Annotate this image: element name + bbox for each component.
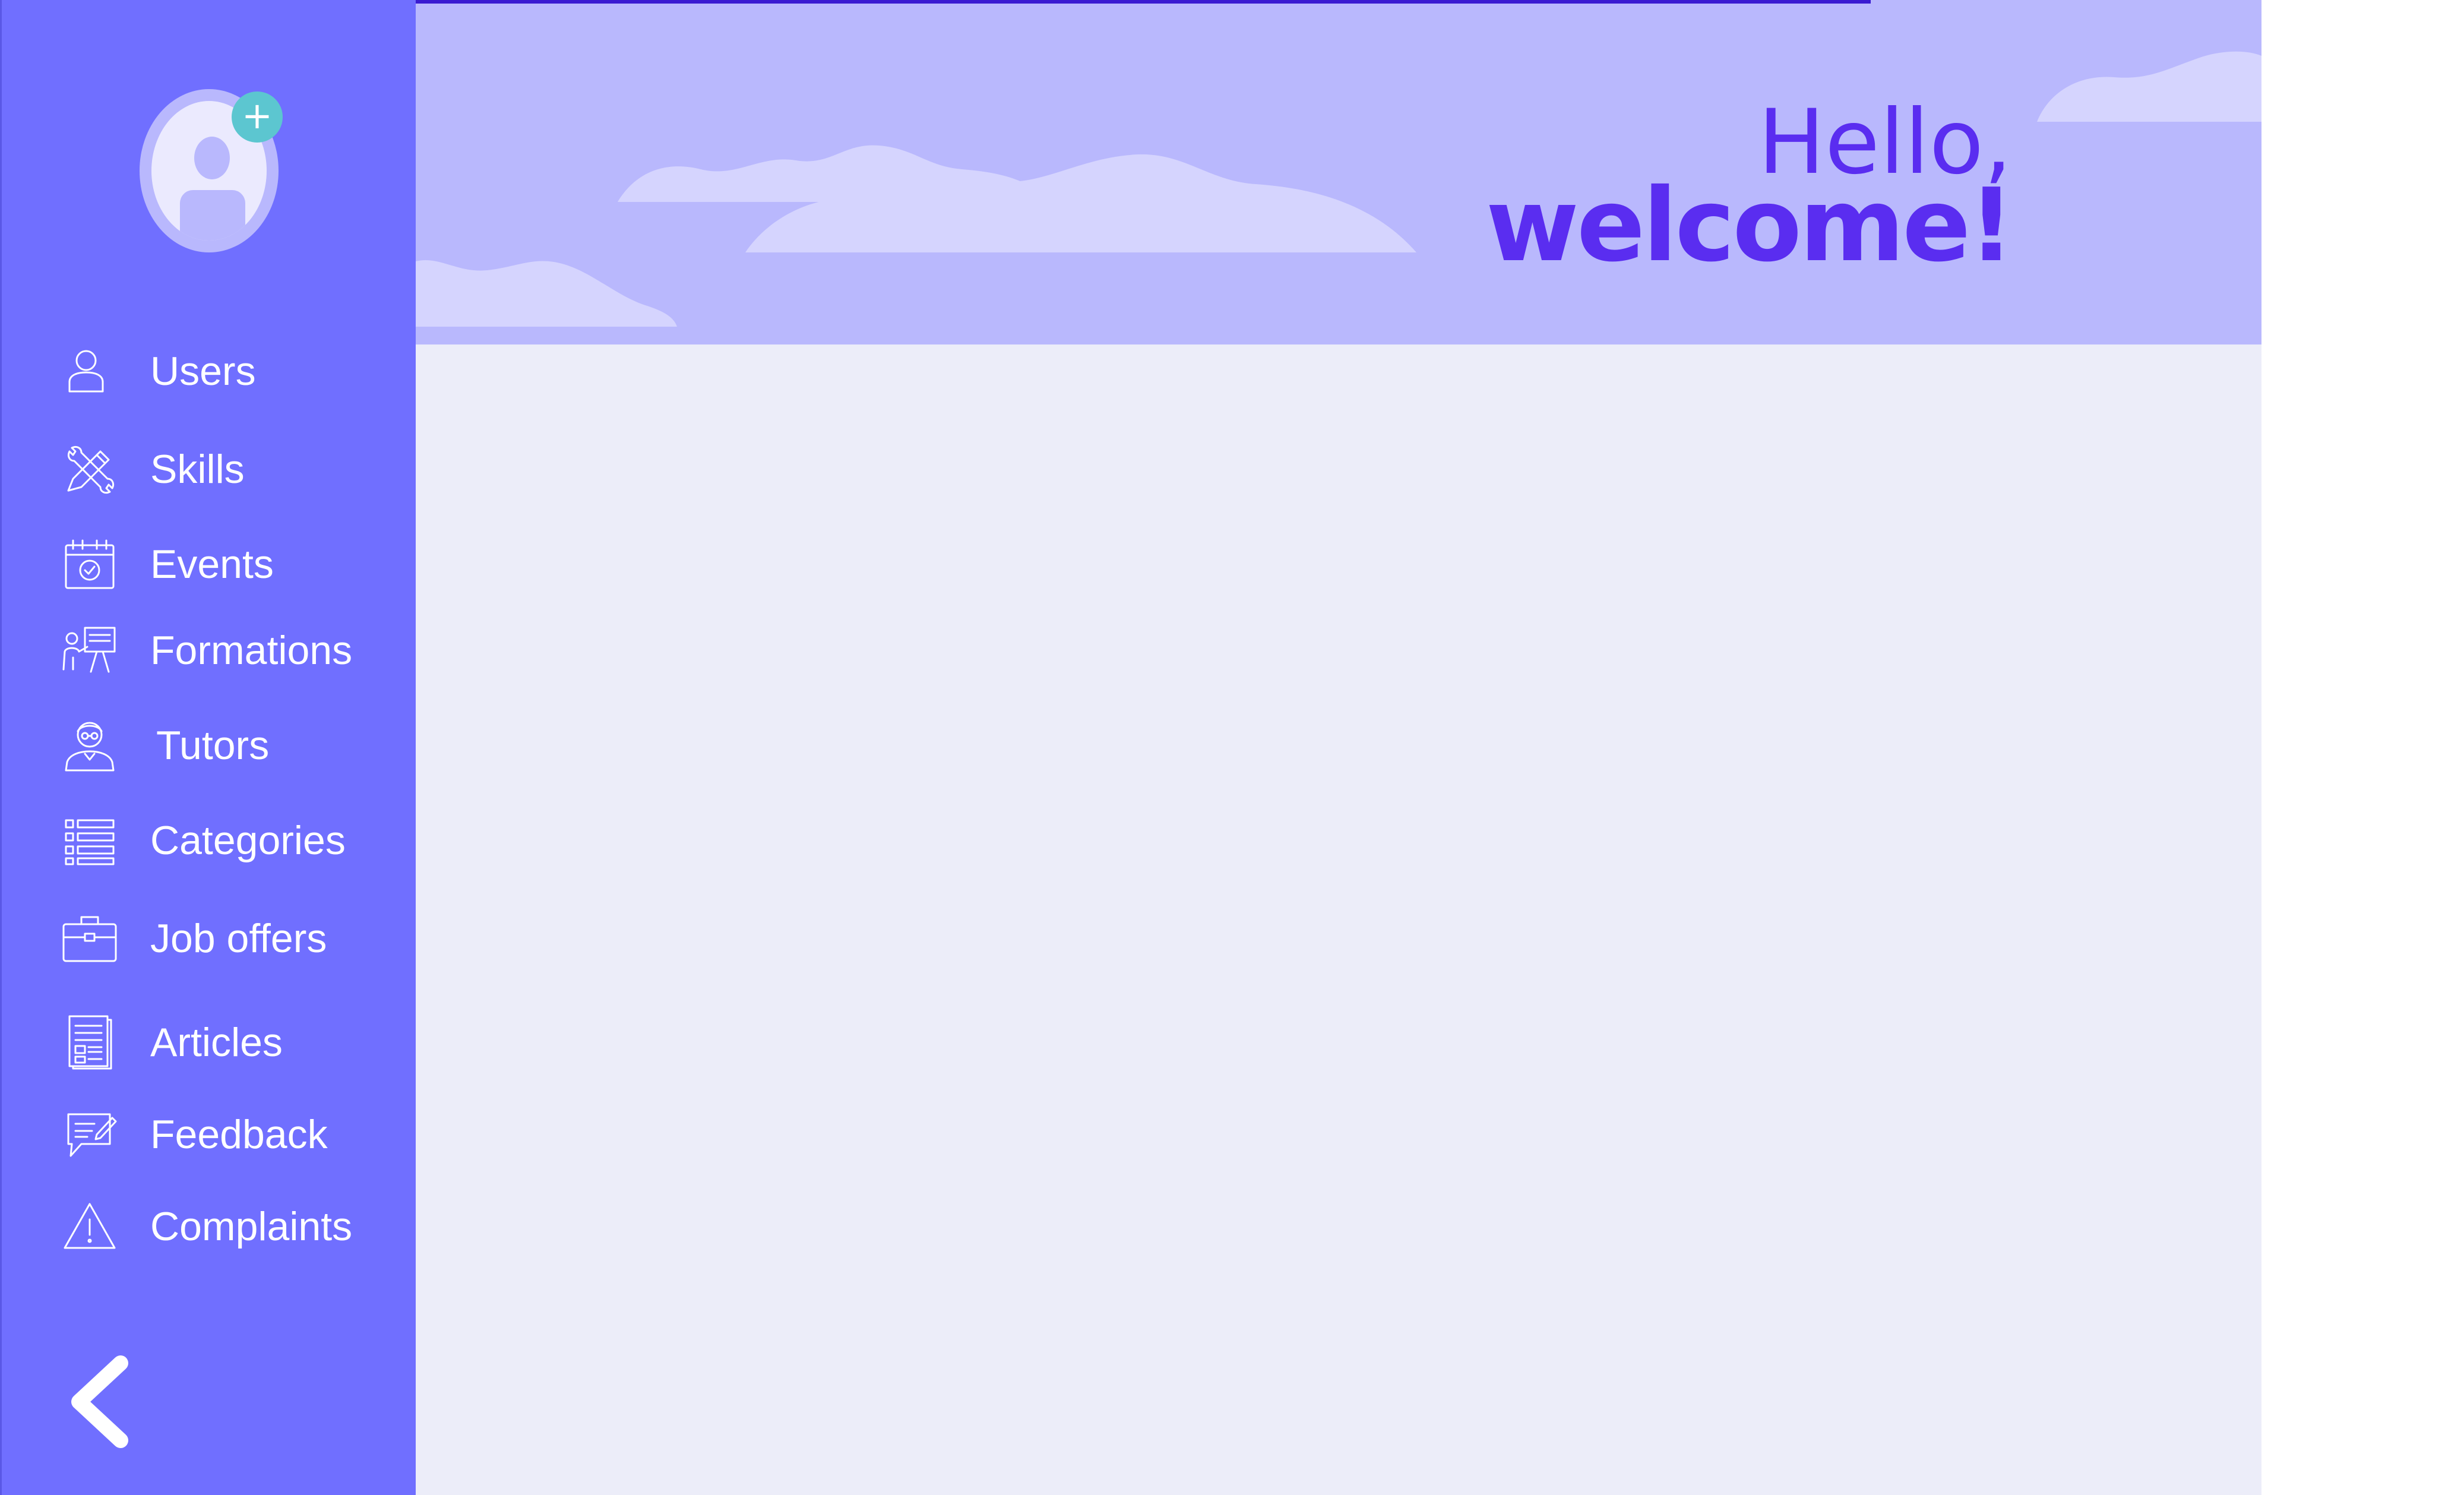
sidebar-item-label: Users xyxy=(150,349,256,394)
sidebar-item-label: Feedback xyxy=(150,1112,328,1157)
presentation-icon xyxy=(61,621,121,680)
chat-edit-icon xyxy=(61,1105,121,1164)
avatar-body xyxy=(180,190,245,241)
document-icon xyxy=(61,1013,121,1072)
top-accent-line xyxy=(416,0,1871,4)
right-margin xyxy=(2261,0,2464,1495)
collapse-sidebar-button[interactable] xyxy=(61,1348,144,1455)
sidebar-item-complaints[interactable]: Complaints xyxy=(61,1194,406,1259)
chevron-left-icon xyxy=(71,1355,128,1448)
sidebar-item-articles[interactable]: Articles xyxy=(61,1010,406,1075)
calendar-check-icon xyxy=(61,535,121,594)
sidebar-item-formations[interactable]: Formations xyxy=(61,618,406,683)
warning-icon xyxy=(61,1197,121,1256)
sidebar-item-events[interactable]: Events xyxy=(61,532,406,597)
sidebar-item-label: Formations xyxy=(150,628,353,673)
sidebar-item-label: Articles xyxy=(150,1020,283,1065)
sidebar-item-users[interactable]: Users xyxy=(61,339,406,404)
sidebar-item-label: Complaints xyxy=(150,1204,353,1249)
profile-avatar[interactable]: + xyxy=(140,89,283,252)
sidebar: + Users Skills Events Formations Tutors … xyxy=(0,0,416,1495)
tools-icon xyxy=(61,440,121,499)
tutor-icon xyxy=(61,716,121,775)
briefcase-icon xyxy=(61,909,121,968)
sidebar-item-label: Categories xyxy=(150,818,346,863)
list-icon xyxy=(61,811,121,870)
main-content xyxy=(416,344,2261,1495)
sidebar-item-label: Tutors xyxy=(156,723,270,768)
sidebar-item-feedback[interactable]: Feedback xyxy=(61,1102,406,1167)
header-banner: Hello, welcome! xyxy=(416,0,2261,344)
sidebar-item-skills[interactable]: Skills xyxy=(61,437,406,502)
welcome-greeting: Hello, welcome! xyxy=(1485,98,2014,285)
add-photo-button[interactable]: + xyxy=(232,91,283,143)
cloud-decoration xyxy=(2037,51,2261,122)
greeting-welcome: welcome! xyxy=(1485,167,2014,285)
sidebar-item-tutors[interactable]: Tutors xyxy=(61,713,406,778)
cloud-decoration xyxy=(745,154,1416,252)
cloud-decoration xyxy=(416,260,677,327)
app-page: Hello, welcome! + Users Skills Events Fo… xyxy=(0,0,2464,1495)
sidebar-item-categories[interactable]: Categories xyxy=(61,808,406,873)
sidebar-item-job-offers[interactable]: Job offers xyxy=(61,906,406,971)
user-icon xyxy=(61,342,121,401)
sidebar-item-label: Events xyxy=(150,542,274,587)
avatar-head xyxy=(194,137,230,179)
sidebar-item-label: Job offers xyxy=(150,916,327,961)
sidebar-item-label: Skills xyxy=(150,447,245,492)
